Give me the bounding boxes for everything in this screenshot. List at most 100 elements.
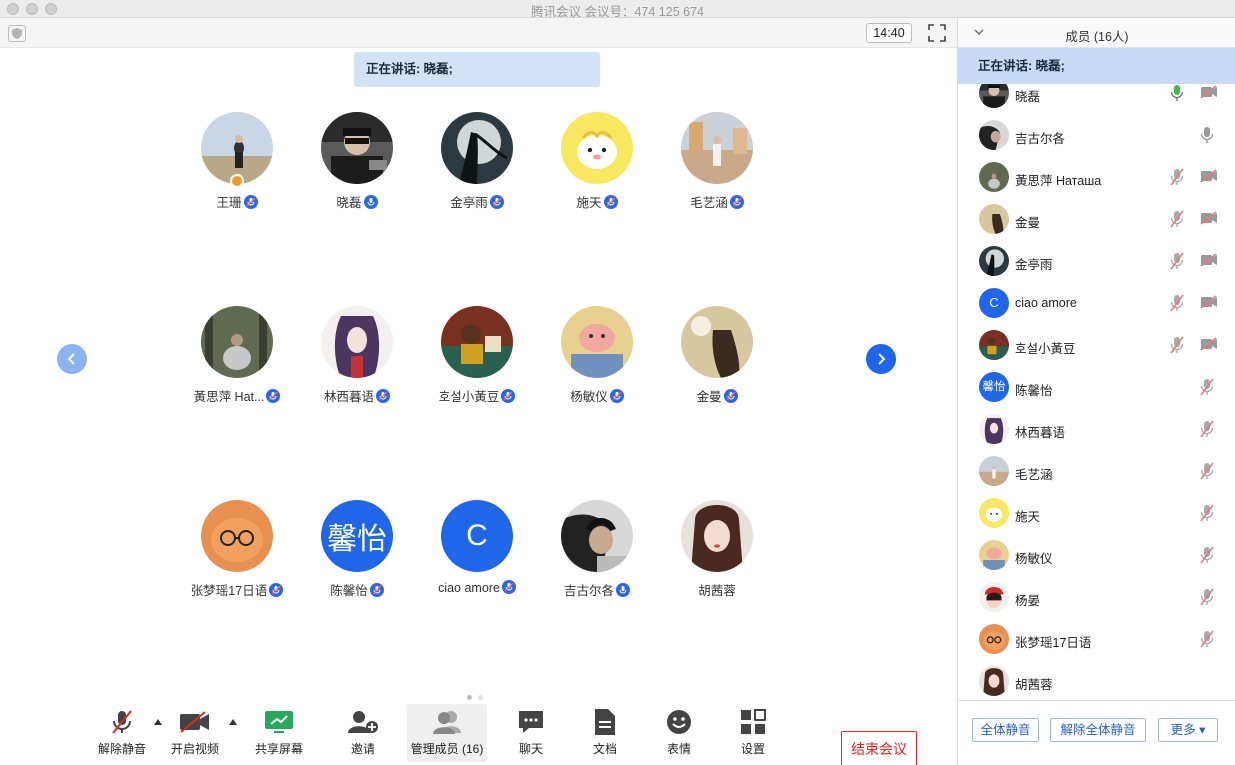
avatar (201, 500, 273, 572)
avatar: 馨怡 (979, 372, 1009, 402)
avatar: 馨怡 (321, 500, 393, 572)
manage-members-button[interactable]: 管理成员 (16) (407, 704, 487, 762)
page-dot[interactable] (478, 695, 483, 700)
mic-muted-icon[interactable] (1200, 504, 1214, 522)
camera-off-icon[interactable] (1200, 211, 1218, 225)
member-name: 黃思萍 Наташа (1015, 174, 1102, 188)
avatar (681, 500, 753, 572)
member-row[interactable]: 晓磊 (958, 84, 1235, 114)
window-titlebar: 腾讯会议 会议号：474 125 674 (0, 0, 1235, 19)
members-icon (433, 711, 461, 734)
mute-all-button[interactable]: 全体静音 (972, 718, 1039, 742)
start-video-label: 开启视频 (170, 742, 219, 756)
member-row[interactable]: 馨怡 陈馨怡 (958, 366, 1235, 408)
participant-tile[interactable]: 吉古尔各 (537, 500, 657, 610)
previous-page-button[interactable] (57, 344, 87, 374)
participant-tile[interactable]: 王珊 (177, 112, 297, 222)
more-button[interactable]: 更多 ▾ (1158, 718, 1218, 742)
participant-tile[interactable]: 林西暮语 (297, 306, 417, 416)
mic-active-icon (363, 195, 378, 209)
mic-muted-icon[interactable] (1170, 336, 1184, 354)
audio-options-caret-icon[interactable] (154, 719, 162, 725)
participant-name: 黃思萍 Hat... (193, 390, 265, 404)
member-name: 호설小黃豆 (1015, 342, 1076, 356)
mic-muted-icon[interactable] (1170, 210, 1184, 228)
mic-muted-icon[interactable] (1200, 630, 1214, 648)
participant-tile[interactable]: 张梦瑶17日语 (177, 500, 297, 610)
mic-active-icon[interactable] (1170, 84, 1184, 102)
member-row[interactable]: 杨敏仪 (958, 534, 1235, 576)
member-row[interactable]: 黃思萍 Наташа (958, 156, 1235, 198)
mic-muted-icon[interactable] (1200, 420, 1214, 438)
avatar (681, 112, 753, 184)
mic-muted-icon (603, 195, 618, 209)
next-page-button[interactable] (866, 344, 896, 374)
video-off-icon (180, 711, 209, 733)
avatar (979, 162, 1009, 192)
mic-muted-icon[interactable] (1170, 168, 1184, 186)
mic-muted-icon[interactable] (1200, 378, 1214, 396)
mic-muted-icon[interactable] (1170, 294, 1184, 312)
member-row[interactable]: 张梦瑶17日语 (958, 618, 1235, 660)
camera-off-icon[interactable] (1200, 337, 1218, 351)
participant-tile[interactable]: 毛艺涵 (657, 112, 777, 222)
participant-name: 毛艺涵 (690, 196, 728, 210)
participant-tile[interactable]: 金亭雨 (417, 112, 537, 222)
mic-icon[interactable] (1200, 126, 1214, 144)
avatar (441, 306, 513, 378)
member-row[interactable]: 金曼 (958, 198, 1235, 240)
member-row[interactable]: 林西暮语 (958, 408, 1235, 450)
page-dot-active[interactable] (467, 695, 472, 700)
invite-button[interactable]: 邀请 (340, 704, 386, 762)
avatar (321, 112, 393, 184)
participant-tile[interactable]: 黃思萍 Hat... (177, 306, 297, 416)
participant-tile[interactable]: C ciao amore (417, 500, 537, 610)
participant-tile[interactable]: 金曼 (657, 306, 777, 416)
mic-muted-icon[interactable] (1200, 546, 1214, 564)
end-meeting-button[interactable]: 结束会议 (841, 731, 917, 765)
docs-button[interactable]: 文档 (584, 704, 626, 762)
unmute-button[interactable]: 解除静音 (95, 704, 149, 762)
mic-muted-icon (609, 389, 624, 403)
member-row[interactable]: 毛艺涵 (958, 450, 1235, 492)
chat-button[interactable]: 聊天 (510, 704, 552, 762)
unmute-all-button[interactable]: 解除全体静音 (1050, 718, 1146, 742)
avatar (979, 624, 1009, 654)
participant-name: 吉古尔各 (563, 584, 614, 598)
avatar (979, 120, 1009, 150)
participant-tile[interactable]: 호설小黃豆 (417, 306, 537, 416)
avatar (979, 84, 1009, 108)
avatar (681, 306, 753, 378)
member-row[interactable]: 호설小黃豆 (958, 324, 1235, 366)
camera-off-icon[interactable] (1200, 169, 1218, 183)
avatar (979, 582, 1009, 612)
participant-tile[interactable]: 馨怡 陈馨怡 (297, 500, 417, 610)
share-screen-button[interactable]: 共享屏幕 (252, 704, 306, 762)
mic-muted-icon[interactable] (1200, 588, 1214, 606)
member-row[interactable]: 施天 (958, 492, 1235, 534)
camera-off-icon[interactable] (1200, 295, 1218, 309)
member-row[interactable]: 金亭雨 (958, 240, 1235, 282)
participant-tile[interactable]: 施天 (537, 112, 657, 222)
start-video-button[interactable]: 开启视频 (168, 704, 222, 762)
member-row[interactable]: 胡茜蓉 (958, 660, 1235, 700)
video-options-caret-icon[interactable] (229, 719, 237, 725)
avatar (979, 498, 1009, 528)
share-screen-label: 共享屏幕 (254, 742, 303, 756)
avatar-initials: 馨怡 (327, 523, 387, 556)
camera-off-icon[interactable] (1200, 85, 1218, 99)
member-row[interactable]: 杨晏 (958, 576, 1235, 618)
participant-tile[interactable]: 胡茜蓉 (657, 500, 777, 610)
emoji-button[interactable]: 表情 (658, 704, 700, 762)
member-row[interactable]: 吉古尔各 (958, 114, 1235, 156)
member-name: 陈馨怡 (1015, 384, 1053, 398)
settings-button[interactable]: 设置 (732, 704, 774, 762)
mic-muted-icon[interactable] (1170, 252, 1184, 270)
participant-tile[interactable]: 杨敏仪 (537, 306, 657, 416)
invite-label: 邀请 (350, 742, 375, 756)
member-row[interactable]: C ciao amore (958, 282, 1235, 324)
host-badge-icon (230, 174, 244, 188)
participant-tile[interactable]: 晓磊 (297, 112, 417, 222)
mic-muted-icon[interactable] (1200, 462, 1214, 480)
camera-off-icon[interactable] (1200, 253, 1218, 267)
